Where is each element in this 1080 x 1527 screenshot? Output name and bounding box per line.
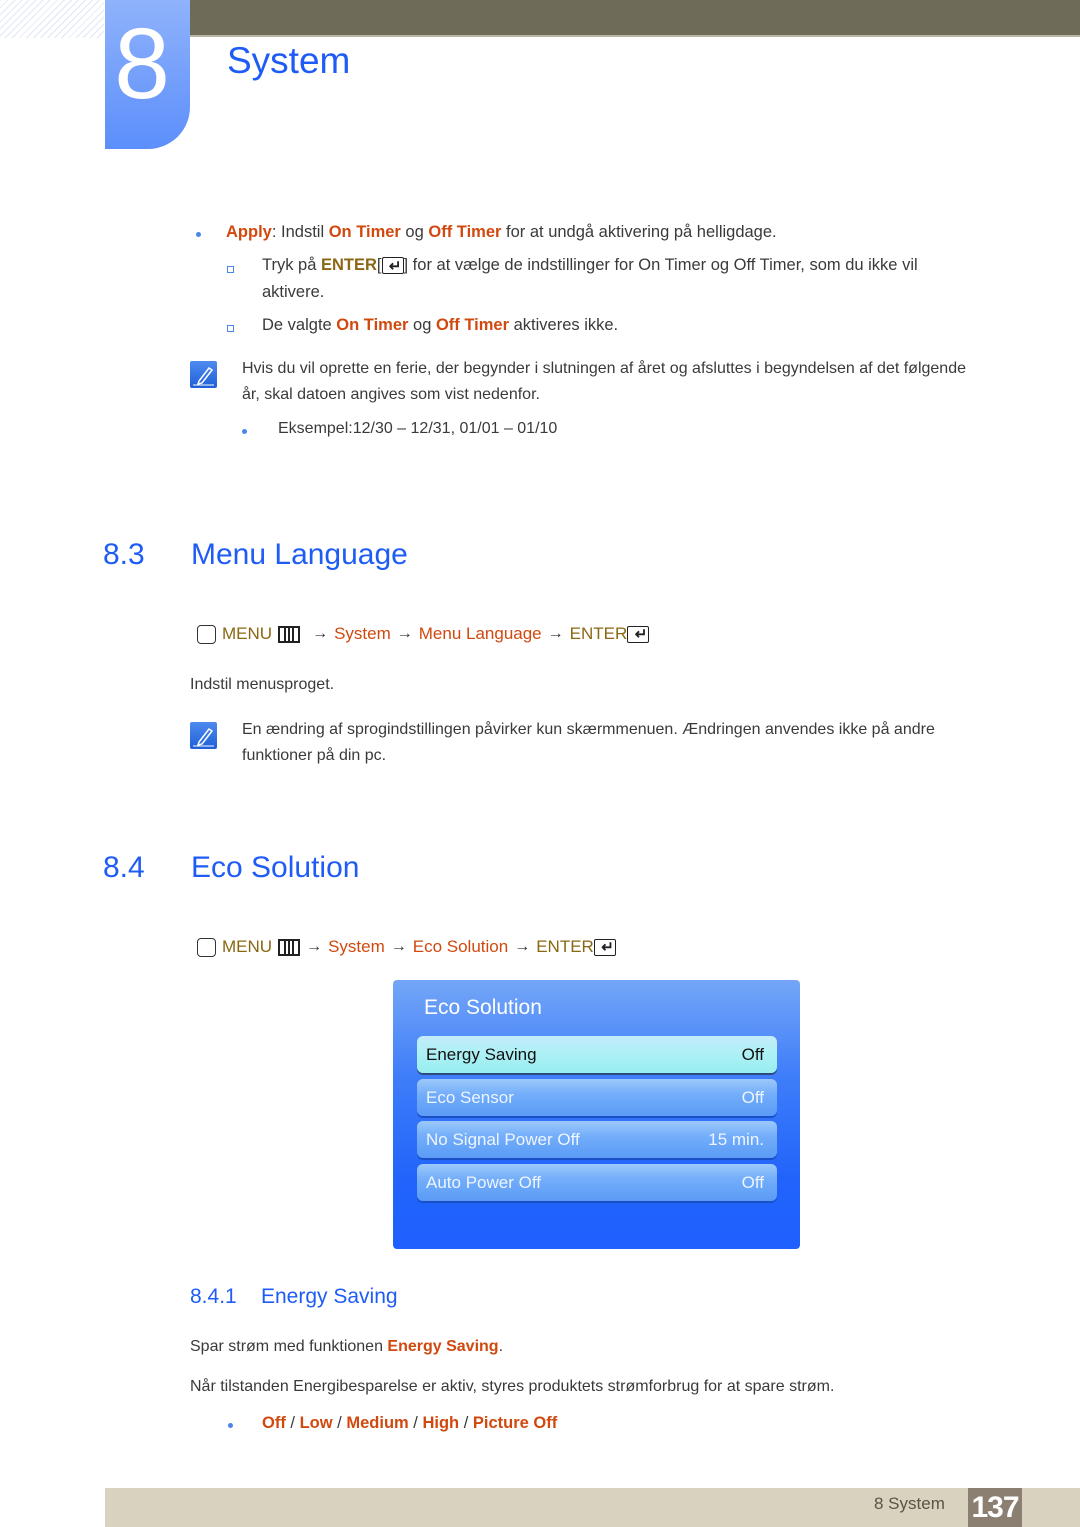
osd-row-energy-saving[interactable]: Energy Saving Off bbox=[417, 1036, 777, 1073]
sub-item-1: Tryk på ENTER[] for at vælge de indstill… bbox=[262, 252, 918, 280]
sub-bullet bbox=[227, 266, 234, 273]
option-high: High bbox=[422, 1414, 460, 1432]
subsection-description-2: Når tilstanden Energibesparelse er aktiv… bbox=[190, 1378, 835, 1395]
subsection-description: Spar strøm med funktionen Energy Saving. bbox=[190, 1334, 503, 1360]
sub-1-text-end: for at vælge de indstillinger for On Tim… bbox=[408, 256, 918, 274]
option-low: Low bbox=[299, 1414, 333, 1432]
energy-saving-term: Energy Saving bbox=[387, 1338, 499, 1355]
arrow: → bbox=[547, 625, 564, 642]
arrow: → bbox=[390, 938, 407, 955]
desc-text: Spar strøm med funktionen bbox=[190, 1338, 388, 1355]
menu-path: MENU → System → Eco Solution → ENTER bbox=[197, 935, 616, 960]
option-medium: Medium bbox=[346, 1414, 409, 1432]
note-line-2: funktioner på din pc. bbox=[242, 747, 387, 764]
osd-row-value: Off bbox=[741, 1087, 764, 1107]
menu-icon bbox=[278, 938, 301, 956]
osd-row-no-signal-power-off[interactable]: No Signal Power Off 15 min. bbox=[417, 1121, 777, 1158]
menu-path: MENU → System → Menu Language → ENTER bbox=[197, 622, 650, 647]
arrow: → bbox=[306, 938, 323, 955]
eco-solution-osd: Eco Solution Energy Saving Off Eco Senso… bbox=[393, 980, 800, 1249]
decorative-hatch bbox=[0, 0, 104, 38]
osd-row-value: 15 min. bbox=[708, 1129, 764, 1149]
osd-row-label: Eco Sensor bbox=[426, 1087, 514, 1107]
osd-row-value: Off bbox=[741, 1172, 764, 1192]
section-title: Menu Language bbox=[191, 538, 408, 571]
menu-label: MENU bbox=[222, 937, 273, 956]
note-line-2: år, skal datoen angives som vist nedenfo… bbox=[242, 386, 540, 403]
menu-icon bbox=[278, 625, 301, 643]
hand-icon bbox=[197, 937, 216, 957]
osd-row-value: Off bbox=[741, 1044, 764, 1064]
osd-row-eco-sensor[interactable]: Eco Sensor Off bbox=[417, 1079, 777, 1116]
arrow: → bbox=[514, 938, 531, 955]
option-picture-off: Picture Off bbox=[472, 1414, 558, 1432]
subsection-title: Energy Saving bbox=[261, 1285, 398, 1308]
apply-term: Apply bbox=[226, 223, 272, 241]
section-number: 8.4 bbox=[103, 851, 145, 884]
osd-row-label: No Signal Power Off bbox=[426, 1129, 580, 1149]
note-line-1: En ændring af sprogindstillingen påvirke… bbox=[242, 721, 935, 738]
bullet bbox=[242, 429, 247, 434]
chapter-title: System bbox=[227, 40, 351, 81]
bullet bbox=[196, 232, 201, 237]
separator: / bbox=[285, 1414, 300, 1432]
off-timer-term: Off Timer bbox=[428, 223, 502, 241]
path-enter: ENTER bbox=[569, 624, 628, 643]
sub-2-text-end: aktiveres ikke. bbox=[509, 316, 619, 334]
path-item: Menu Language bbox=[418, 624, 542, 643]
footer-chapter-label: 8 System bbox=[874, 1494, 945, 1513]
page-number: 137 bbox=[968, 1488, 1022, 1527]
conjunction: og bbox=[400, 223, 429, 241]
osd-row-auto-power-off[interactable]: Auto Power Off Off bbox=[417, 1164, 777, 1201]
path-enter: ENTER bbox=[536, 937, 594, 956]
on-timer-term: On Timer bbox=[336, 316, 409, 334]
chapter-number: 8 bbox=[114, 8, 170, 120]
note-line-1: Hvis du vil oprette en ferie, der begynd… bbox=[242, 360, 966, 377]
sub-2-text: De valgte bbox=[262, 316, 337, 334]
sub-item-2: De valgte On Timer og Off Timer aktivere… bbox=[262, 312, 618, 338]
menu-label: MENU bbox=[222, 624, 273, 643]
header-bar bbox=[190, 0, 1080, 37]
sub-item-1-line2: aktivere. bbox=[262, 283, 325, 301]
separator: / bbox=[332, 1414, 347, 1432]
sub-1-text: Tryk på bbox=[262, 256, 321, 274]
subsection-number: 8.4.1 bbox=[190, 1285, 237, 1308]
hand-icon bbox=[197, 624, 216, 644]
sub-bullet bbox=[227, 325, 234, 332]
off-timer-term: Off Timer bbox=[435, 316, 510, 334]
on-timer-term: On Timer bbox=[328, 223, 401, 241]
apply-text: : Indstil bbox=[271, 223, 329, 241]
osd-row-label: Auto Power Off bbox=[426, 1172, 541, 1192]
note-icon bbox=[190, 722, 217, 749]
enter-icon bbox=[381, 254, 404, 280]
arrow: → bbox=[312, 625, 329, 642]
path-item: Eco Solution bbox=[412, 937, 509, 956]
osd-row-label: Energy Saving bbox=[426, 1044, 537, 1064]
section-description: Indstil menusproget. bbox=[190, 676, 335, 693]
desc-end: . bbox=[498, 1338, 504, 1355]
apply-line: Apply: Indstil On Timer og Off Timer for… bbox=[226, 219, 777, 245]
path-system: System bbox=[328, 937, 385, 956]
section-number: 8.3 bbox=[103, 538, 145, 571]
enter-term: ENTER bbox=[320, 256, 377, 274]
example-text: Eksempel:12/30 – 12/31, 01/01 – 01/10 bbox=[278, 420, 558, 437]
note-icon bbox=[190, 361, 217, 388]
path-system: System bbox=[334, 624, 391, 643]
separator: / bbox=[408, 1414, 423, 1432]
energy-saving-options: Off / Low / Medium / High / Picture Off bbox=[262, 1410, 557, 1436]
bracket: [ bbox=[376, 256, 382, 274]
apply-text-end: for at undgå aktivering på helligdage. bbox=[501, 223, 777, 241]
enter-icon bbox=[627, 623, 650, 647]
enter-icon bbox=[593, 936, 616, 960]
option-off: Off bbox=[262, 1414, 286, 1432]
arrow: → bbox=[396, 625, 413, 642]
osd-title: Eco Solution bbox=[424, 996, 542, 1019]
separator: / bbox=[459, 1414, 473, 1432]
bullet bbox=[228, 1423, 233, 1428]
section-title: Eco Solution bbox=[191, 851, 360, 884]
conjunction: og bbox=[408, 316, 436, 334]
